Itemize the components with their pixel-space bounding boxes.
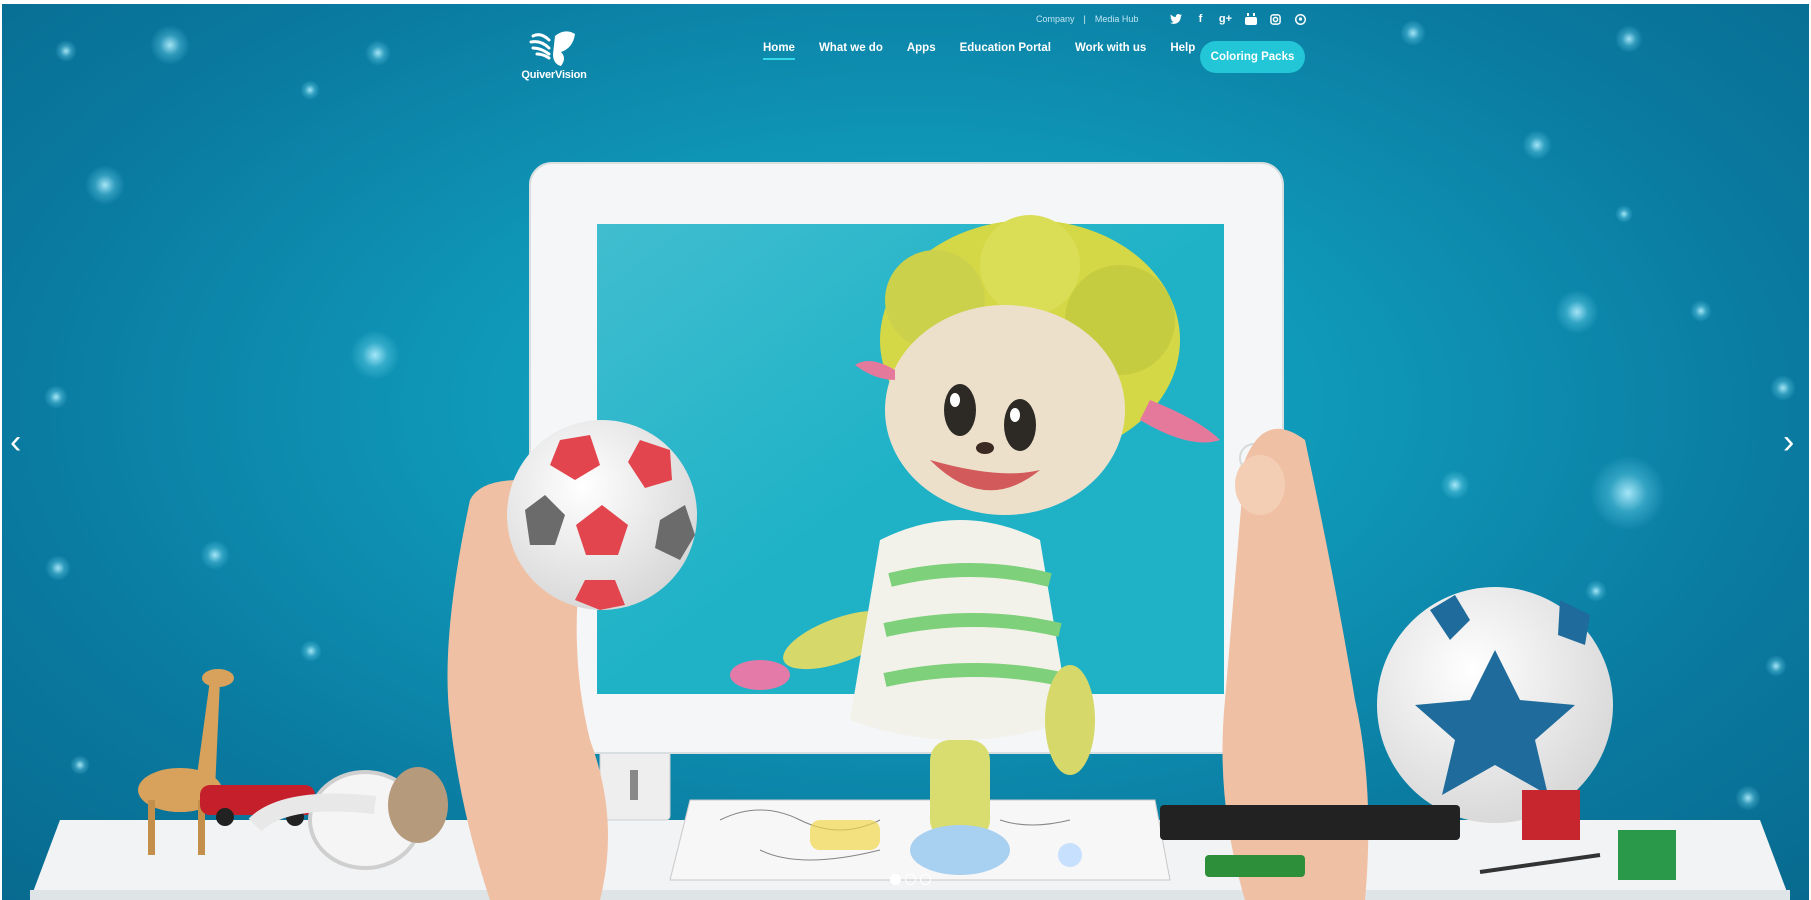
media-hub-link[interactable]: Media Hub bbox=[1095, 14, 1139, 24]
green-cube bbox=[1618, 830, 1676, 880]
nav-home[interactable]: Home bbox=[763, 42, 795, 60]
hero-illustration bbox=[30, 162, 1790, 900]
youtube-icon[interactable] bbox=[1238, 11, 1263, 27]
carousel-dot[interactable] bbox=[920, 874, 931, 885]
brand-logo[interactable]: QuiverVision bbox=[517, 30, 591, 84]
butterfly-logo-icon bbox=[529, 31, 575, 66]
carousel-dots bbox=[890, 874, 931, 885]
main-nav: Home What we do Apps Education Portal Wo… bbox=[763, 42, 1219, 60]
prev-slide-arrow-icon[interactable]: ‹ bbox=[10, 425, 21, 459]
carousel-dot[interactable] bbox=[905, 874, 916, 885]
phone bbox=[1205, 855, 1305, 877]
nav-apps[interactable]: Apps bbox=[907, 42, 936, 54]
nav-help[interactable]: Help bbox=[1170, 42, 1195, 54]
coloring-packs-button[interactable]: Coloring Packs bbox=[1200, 41, 1305, 73]
next-slide-arrow-icon[interactable]: › bbox=[1783, 425, 1794, 459]
separator: | bbox=[1083, 14, 1086, 24]
twitter-icon[interactable] bbox=[1163, 11, 1188, 27]
hero-banner bbox=[0, 0, 1811, 900]
instagram-icon[interactable] bbox=[1263, 11, 1288, 27]
nav-education-portal[interactable]: Education Portal bbox=[960, 42, 1051, 54]
google-plus-icon[interactable]: g+ bbox=[1213, 11, 1238, 27]
social-links: f g+ bbox=[1163, 11, 1313, 27]
carousel-dot[interactable] bbox=[890, 874, 901, 885]
soccer-ball bbox=[1377, 587, 1613, 823]
utility-links: Company | Media Hub bbox=[1036, 14, 1138, 24]
nav-what-we-do[interactable]: What we do bbox=[819, 42, 883, 54]
colored-soccer-ball bbox=[507, 420, 697, 610]
facebook-icon[interactable]: f bbox=[1188, 11, 1213, 27]
red-cube bbox=[1522, 790, 1580, 840]
nav-work-with-us[interactable]: Work with us bbox=[1075, 42, 1146, 54]
company-link[interactable]: Company bbox=[1036, 14, 1075, 24]
pinterest-icon[interactable] bbox=[1288, 11, 1313, 27]
notebook bbox=[1160, 805, 1460, 840]
logo-wordmark: QuiverVision bbox=[521, 69, 587, 81]
